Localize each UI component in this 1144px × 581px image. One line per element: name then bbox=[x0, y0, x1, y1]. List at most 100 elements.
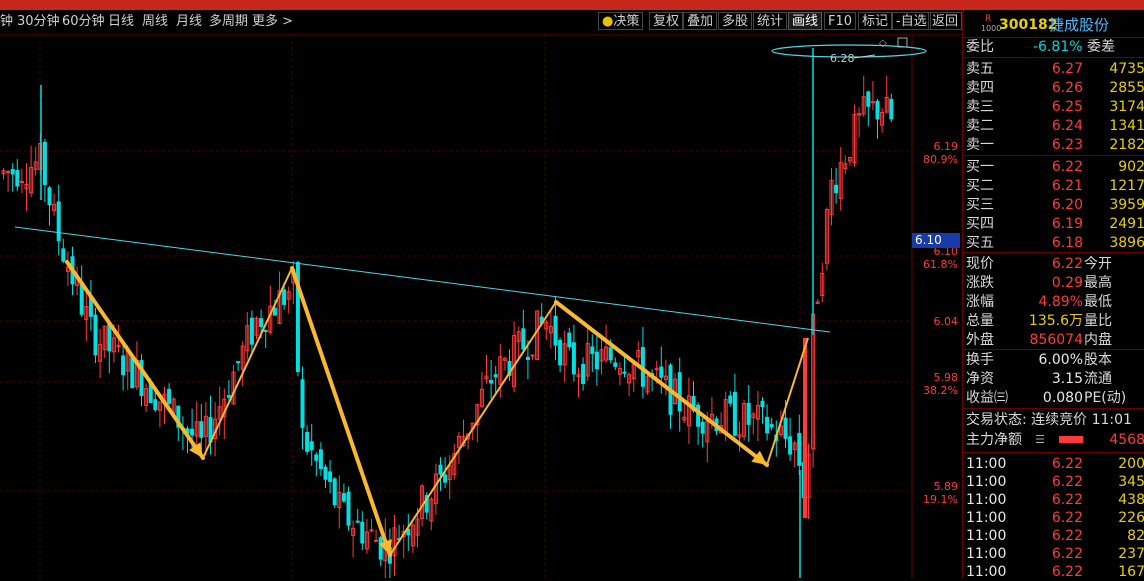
quote-value: 856074 bbox=[1029, 332, 1083, 348]
quote-row: 涨跌 0.29 最高 bbox=[963, 274, 1144, 292]
back-button[interactable]: 返回 bbox=[928, 12, 963, 30]
tick-time: 11:00 bbox=[966, 492, 1007, 508]
quote-panel: R 1000 300182 捷成股份 委比 -6.81% 委差 交易状态: 连续… bbox=[962, 10, 1144, 580]
quote-label-2: 量比 bbox=[1084, 313, 1112, 329]
mark-button[interactable]: 标记 bbox=[858, 12, 893, 30]
bid-volume: 3896 bbox=[1109, 235, 1144, 251]
candle-body bbox=[760, 400, 765, 408]
candle-body bbox=[121, 355, 126, 376]
candle-body bbox=[236, 361, 241, 364]
trade-status: 交易状态: 连续竞价 11:01 bbox=[966, 412, 1132, 428]
tick-row: 11:00 6.22 345 bbox=[963, 473, 1144, 491]
pattern-arrow-line bbox=[290, 266, 392, 557]
quote-label-2: 流通 bbox=[1084, 371, 1112, 387]
period-daily[interactable]: 日线 bbox=[108, 14, 134, 29]
bid-row: 买三 6.20 3959 bbox=[963, 196, 1144, 214]
candle-body bbox=[272, 307, 277, 316]
pattern-line bbox=[202, 267, 293, 459]
price-label: 5.89 bbox=[934, 480, 959, 493]
price-axis: 6.1980.9%6.1061.8%6.045.9838.2%5.8919.1% bbox=[923, 140, 958, 506]
tick-volume: 82 bbox=[1127, 528, 1144, 544]
bid-label: 买三 bbox=[966, 197, 994, 213]
period-30min[interactable]: 30分钟 bbox=[17, 14, 60, 29]
quote-label-2: 最低 bbox=[1084, 294, 1112, 310]
candle-body bbox=[581, 363, 586, 384]
tick-price: 6.22 bbox=[1051, 492, 1083, 508]
draw-line-button[interactable]: 画线 bbox=[788, 12, 823, 30]
tick-time: 11:00 bbox=[966, 528, 1007, 544]
period-60min[interactable]: 60分钟 bbox=[62, 14, 105, 29]
candle-series bbox=[1, 48, 894, 578]
tick-volume: 226 bbox=[1118, 510, 1144, 526]
tick-price: 6.22 bbox=[1051, 456, 1083, 472]
bid-label: 买五 bbox=[966, 235, 994, 251]
tick-row: 11:00 6.22 82 bbox=[963, 527, 1144, 545]
bid-volume: 2491 bbox=[1109, 216, 1144, 232]
candle-body bbox=[567, 332, 572, 348]
ask-volume: 1341 bbox=[1109, 118, 1144, 134]
candle-body bbox=[61, 248, 66, 262]
candle-body bbox=[571, 342, 576, 375]
decision-button[interactable]: ●决策 bbox=[598, 12, 644, 30]
bid-price: 6.20 bbox=[1051, 197, 1083, 213]
bid-row: 买二 6.21 1217 bbox=[963, 177, 1144, 195]
ask-volume: 3174 bbox=[1109, 99, 1144, 115]
chart-grid bbox=[0, 35, 913, 578]
period-monthly[interactable]: 月线 bbox=[176, 14, 202, 29]
box-icon bbox=[897, 37, 908, 48]
multi-stock-button[interactable]: 多股 bbox=[718, 12, 753, 30]
candle-body bbox=[10, 169, 15, 175]
pattern-line bbox=[766, 337, 809, 466]
candle-body bbox=[834, 184, 839, 194]
candle-body bbox=[56, 201, 61, 242]
ask-row: 卖二 6.24 1341 bbox=[963, 117, 1144, 135]
bid-price: 6.22 bbox=[1051, 159, 1083, 175]
candle-body bbox=[263, 330, 268, 333]
quote-value: 4.89% bbox=[1038, 294, 1083, 310]
watchlist-button[interactable]: -自选 bbox=[892, 12, 931, 30]
candle-body bbox=[369, 529, 374, 532]
quote-row: 涨幅 4.89% 最低 bbox=[963, 293, 1144, 311]
tick-time: 11:00 bbox=[966, 546, 1007, 562]
candle-body bbox=[803, 338, 807, 518]
period-more[interactable]: 更多 > bbox=[252, 14, 293, 29]
period-multi[interactable]: 多周期 bbox=[209, 14, 248, 29]
statistics-button[interactable]: 统计 bbox=[753, 12, 788, 30]
quote-row: 总量 135.6万 量比 bbox=[963, 312, 1144, 330]
market-tag: R bbox=[985, 14, 992, 24]
lightbulb-icon: ● bbox=[602, 14, 614, 29]
bid-volume: 1217 bbox=[1109, 178, 1144, 194]
tick-time: 11:00 bbox=[966, 456, 1007, 472]
quote-row: 现价 6.22 今开 bbox=[963, 255, 1144, 273]
quote-label-2: 最高 bbox=[1084, 275, 1112, 291]
candle-body bbox=[866, 91, 871, 107]
bid-price: 6.19 bbox=[1051, 216, 1083, 232]
period-weekly[interactable]: 周线 bbox=[142, 14, 168, 29]
candle-body bbox=[870, 101, 875, 104]
restore-rights-button[interactable]: 复权 bbox=[649, 12, 684, 30]
candle-body bbox=[323, 466, 328, 480]
bid-price: 6.18 bbox=[1051, 235, 1083, 251]
menu-icon[interactable]: ☰ bbox=[1035, 431, 1045, 449]
candle-body bbox=[769, 424, 774, 428]
committee-row: 委比 -6.81% 委差 bbox=[963, 38, 1144, 56]
main-flow-row: 主力净额 ☰ 4568 bbox=[966, 431, 1144, 449]
overlay-button[interactable]: 叠加 bbox=[683, 12, 718, 30]
f10-button[interactable]: F10 bbox=[824, 12, 857, 30]
candle-body bbox=[259, 318, 264, 328]
tick-time: 11:00 bbox=[966, 474, 1007, 490]
quote-row: 换手 6.00% 股本 bbox=[963, 351, 1144, 369]
candle-body bbox=[489, 380, 494, 384]
candle-body bbox=[521, 328, 526, 350]
candle-body bbox=[300, 379, 305, 428]
quote-label-2: PE(动) bbox=[1084, 390, 1127, 406]
period-minute[interactable]: 钟 bbox=[0, 14, 13, 29]
ask-price: 6.25 bbox=[1051, 99, 1083, 115]
candlestick-chart[interactable]: 6.28 ◇ 6.1980.9% 6.10 61.8% 6.04 5.9838.2% 5.8… bbox=[0, 35, 962, 578]
candle-body bbox=[378, 537, 383, 560]
bid-row: 买四 6.19 2491 bbox=[963, 215, 1144, 233]
quote-value: 6.22 bbox=[1051, 256, 1083, 272]
candle-body bbox=[346, 491, 351, 526]
tick-volume: 200 bbox=[1118, 456, 1144, 472]
candle-body bbox=[15, 169, 20, 187]
